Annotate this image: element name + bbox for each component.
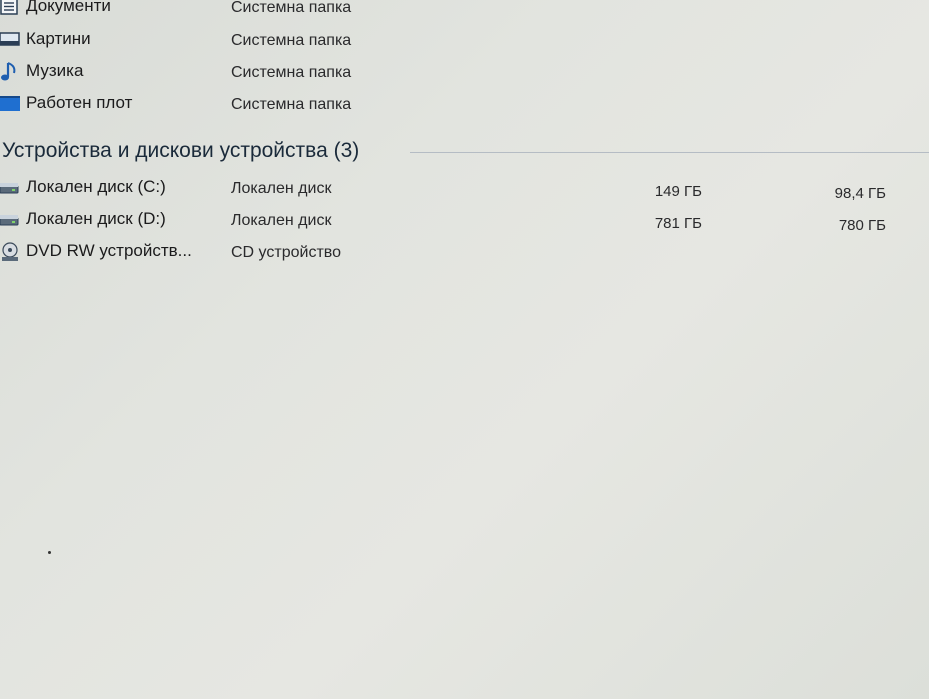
drive-type: Локален диск: [231, 212, 332, 229]
drive-type: Локален диск: [231, 180, 332, 197]
drive-name: Локален диск (D:): [26, 209, 166, 228]
music-icon: [0, 62, 22, 82]
drive-free-space: 780 ГБ: [838, 217, 886, 234]
folder-row-pictures[interactable]: Картини Системна папка: [0, 26, 929, 54]
file-explorer-content-pane: Документи Системна папка Картини Системн…: [0, 0, 929, 699]
drive-name: Локален диск (C:): [26, 177, 166, 196]
screen-speck: [48, 551, 51, 554]
drive-icon: [0, 210, 22, 230]
group-title: Устройства и дискови устройства (3): [2, 139, 360, 162]
folder-row-documents[interactable]: Документи Системна папка: [0, 0, 929, 21]
folder-type: Системна папка: [231, 32, 352, 49]
drive-icon: [0, 178, 22, 198]
folder-type: Системна папка: [231, 96, 352, 113]
drive-row-c[interactable]: Локален диск (C:) Локален диск 149 ГБ 98…: [0, 174, 929, 202]
folder-type: Системна папка: [231, 64, 352, 81]
group-header-devices[interactable]: Устройства и дискови устройства (3): [0, 136, 929, 166]
folder-name: Работен плот: [26, 93, 133, 112]
drive-name: DVD RW устройств...: [26, 241, 192, 260]
folder-type: Системна папка: [231, 0, 352, 16]
group-divider: [410, 152, 929, 153]
folder-name: Музика: [26, 61, 84, 80]
drive-total-size: 781 ГБ: [654, 215, 702, 232]
drive-total-size: 149 ГБ: [654, 183, 702, 200]
folder-name: Картини: [26, 29, 91, 48]
desktop-icon: [0, 94, 22, 114]
drive-type: CD устройство: [231, 244, 341, 261]
pictures-icon: [0, 30, 22, 50]
drive-row-dvd[interactable]: DVD RW устройств... CD устройство: [0, 238, 929, 266]
dvd-drive-icon: [0, 242, 22, 262]
folder-name: Документи: [26, 0, 111, 15]
documents-icon: [0, 0, 22, 17]
drive-row-d[interactable]: Локален диск (D:) Локален диск 781 ГБ 78…: [0, 206, 929, 234]
folder-row-desktop[interactable]: Работен плот Системна папка: [0, 90, 929, 118]
folder-row-music[interactable]: Музика Системна папка: [0, 58, 929, 86]
drive-free-space: 98,4 ГБ: [834, 185, 886, 202]
